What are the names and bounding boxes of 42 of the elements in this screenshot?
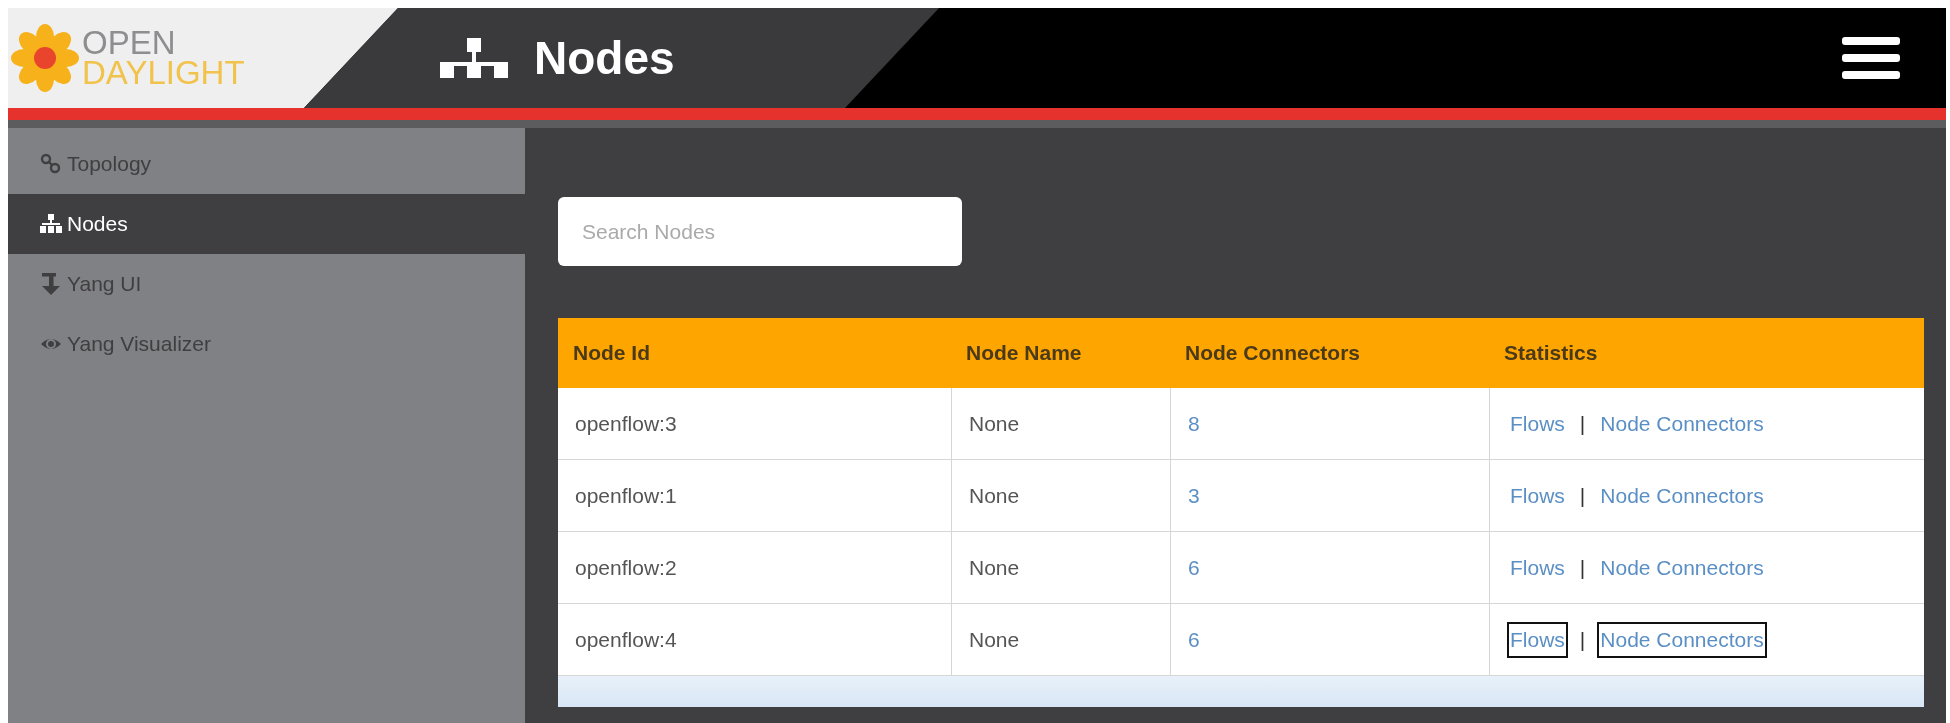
table-cell-text: openflow:4 <box>574 626 678 653</box>
page-title: Nodes <box>534 31 675 85</box>
statistics-link[interactable]: Flows <box>1507 405 1568 442</box>
separator-text: | <box>1579 483 1586 508</box>
hierarchy-icon <box>40 213 62 235</box>
statistics-link[interactable]: Flows <box>1507 621 1568 658</box>
sidebar-item[interactable]: Nodes <box>8 194 525 254</box>
sidebar-item[interactable]: Topology <box>8 134 525 194</box>
table-cell: None <box>951 460 1170 531</box>
connector-count-link[interactable]: 6 <box>1188 555 1200 580</box>
statistics-link[interactable]: Flows <box>1507 477 1568 514</box>
link-icon <box>40 153 62 175</box>
table-cell-text: openflow:3 <box>574 410 678 437</box>
table-cell-text: openflow:1 <box>574 482 678 509</box>
hierarchy-icon <box>440 36 508 80</box>
column-header: Node Connectors <box>1184 340 1361 366</box>
table-cell: None <box>951 532 1170 603</box>
separator-text: | <box>1579 555 1586 580</box>
connector-count-link[interactable]: 6 <box>1188 627 1200 652</box>
down-arrow-icon <box>40 273 62 295</box>
logo-text: DAYLIGHT <box>82 58 245 88</box>
column-header: Statistics <box>1503 340 1599 366</box>
statistics-link[interactable]: Node Connectors <box>1597 549 1767 586</box>
table-cell: None <box>951 604 1170 675</box>
separator-text: | <box>1579 411 1586 436</box>
sidebar-item[interactable]: Yang Visualizer <box>8 314 525 374</box>
logo-text: OPEN <box>82 28 177 58</box>
connector-count-link[interactable]: 3 <box>1188 483 1200 508</box>
column-header: Node Id <box>572 340 651 366</box>
sun-logo-icon <box>10 23 80 93</box>
search-field[interactable]: Search Nodes <box>558 197 962 266</box>
statistics-link[interactable]: Node Connectors <box>1597 477 1767 514</box>
connector-count-link[interactable]: 8 <box>1188 411 1200 436</box>
table-cell: None <box>951 388 1170 459</box>
statistics-link[interactable]: Node Connectors <box>1597 405 1767 442</box>
sidebar-item[interactable]: Yang UI <box>8 254 525 314</box>
statistics-link[interactable]: Flows <box>1507 549 1568 586</box>
menu-icon[interactable] <box>1842 37 1900 79</box>
separator-text: | <box>1579 627 1586 652</box>
statistics-link[interactable]: Node Connectors <box>1597 621 1767 658</box>
column-header: Node Name <box>965 340 1083 366</box>
table-cell-text: openflow:2 <box>574 554 678 581</box>
